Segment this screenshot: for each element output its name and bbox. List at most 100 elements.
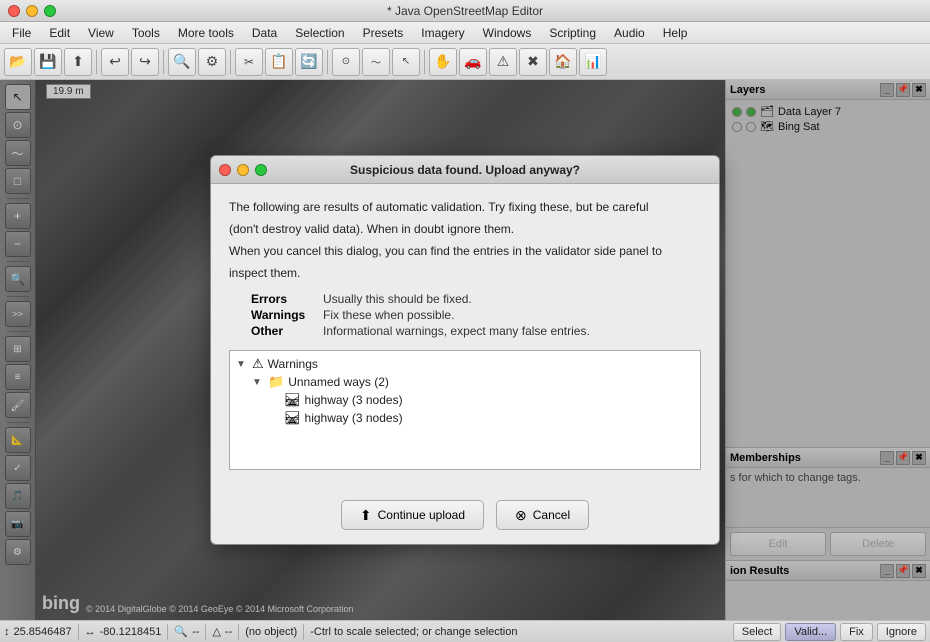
tb-way[interactable]: 〜 [362,48,390,76]
status-sep5 [303,624,304,640]
status-sep1 [78,624,79,640]
tb-car[interactable]: 🚗 [459,48,487,76]
tree-arrow-hw2: ▶ [268,413,280,424]
tree-unnamed-ways[interactable]: ▼ 📁 Unnamed ways (2) [250,373,696,391]
error-types-table: Errors Usually this should be fixed. War… [249,290,592,340]
tb-save[interactable]: 💾 [34,48,62,76]
menu-help[interactable]: Help [655,24,696,42]
maximize-button[interactable] [44,5,56,17]
select-button[interactable]: Select [733,623,782,641]
upload-icon: ⬆ [360,507,372,524]
validation-tree[interactable]: ▼ ⚠ Warnings ▼ 📁 Unnamed ways (2) ▶ [229,350,701,470]
continue-label: Continue upload [378,508,465,522]
tb-select[interactable]: ↖ [392,48,420,76]
tb-chart[interactable]: 📊 [579,48,607,76]
menu-presets[interactable]: Presets [355,24,412,42]
menu-edit[interactable]: Edit [41,24,78,42]
menu-scripting[interactable]: Scripting [541,24,604,42]
dialog-overlay: Suspicious data found. Upload anyway? Th… [0,80,930,620]
tb-sep4 [327,50,328,74]
menu-file[interactable]: File [4,24,39,42]
tb-undo[interactable]: ↩ [101,48,129,76]
dialog-close-btn[interactable] [219,164,231,176]
menu-more-tools[interactable]: More tools [170,24,242,42]
valid-button[interactable]: Valid... [785,623,836,641]
tb-warning[interactable]: ⚠ [489,48,517,76]
cancel-label: Cancel [533,508,570,522]
dialog-intro1: The following are results of automatic v… [229,198,701,216]
dialog-intro2: (don't destroy valid data). When in doub… [229,220,701,238]
tb-refresh[interactable]: 🔄 [295,48,323,76]
cancel-button[interactable]: ⊗ Cancel [496,500,589,530]
tb-node[interactable]: ⊙ [332,48,360,76]
dialog-title-bar: Suspicious data found. Upload anyway? [211,156,719,184]
main-area: ↖ ⊙ 〜 □ + − 🔍 >> ⊞ ≡ 🖌 📐 ✓ 🎵 📷 ⚙ 19.9 m … [0,80,930,620]
tree-hw2-label: highway (3 nodes) [305,411,403,425]
tb-sep1 [96,50,97,74]
tb-zoom[interactable]: 🔍 [168,48,196,76]
ignore-button[interactable]: Ignore [877,623,926,641]
window-title: * Java OpenStreetMap Editor [387,4,543,18]
tb-cut[interactable]: ✂ [235,48,263,76]
menu-data[interactable]: Data [244,24,285,42]
menu-audio[interactable]: Audio [606,24,653,42]
tb-home[interactable]: 🏠 [549,48,577,76]
tb-sep3 [230,50,231,74]
tree-unnamed-ways-label: Unnamed ways (2) [288,375,389,389]
tree-arrow-hw1: ▶ [268,395,280,406]
tree-unnamed-ways-group: ▼ 📁 Unnamed ways (2) ▶ 🛤 highway (3 node… [250,373,696,427]
fix-button[interactable]: Fix [840,623,873,641]
tree-highway-1[interactable]: ▶ 🛤 highway (3 nodes) [266,391,696,409]
other-desc: Informational warnings, expect many fals… [323,324,590,338]
menu-imagery[interactable]: Imagery [413,24,472,42]
title-bar: * Java OpenStreetMap Editor [0,0,930,22]
tree-arrow-unnamed: ▼ [252,377,264,388]
menu-tools[interactable]: Tools [124,24,168,42]
tree-highway-2[interactable]: ▶ 🛤 highway (3 nodes) [266,409,696,427]
status-zoom-icon: 🔍 [174,625,188,638]
dialog-footer: ⬆ Continue upload ⊗ Cancel [211,490,719,544]
close-button[interactable] [8,5,20,17]
other-row: Other Informational warnings, expect man… [251,324,590,338]
status-lon: -80.1218451 [100,626,162,638]
errors-desc: Usually this should be fixed. [323,292,590,306]
status-sep2 [167,624,168,640]
tb-hand[interactable]: ✋ [429,48,457,76]
status-sep3 [205,624,206,640]
menu-view[interactable]: View [80,24,122,42]
tree-folder-icon: 📁 [268,374,284,390]
tree-way-icon-1: 🛤 [284,392,301,408]
dialog-window-controls[interactable] [219,164,267,176]
dialog-intro4: inspect them. [229,264,701,282]
tb-redo[interactable]: ↪ [131,48,159,76]
other-label: Other [251,324,321,338]
dialog-max-btn[interactable] [255,164,267,176]
tree-warnings-label: Warnings [268,357,318,371]
tree-highway-items: ▶ 🛤 highway (3 nodes) ▶ 🛤 highway (3 nod… [266,391,696,427]
continue-upload-button[interactable]: ⬆ Continue upload [341,500,484,530]
tb-upload[interactable]: ⬆ [64,48,92,76]
cancel-icon: ⊗ [515,507,527,524]
status-hint: -Ctrl to scale selected; or change selec… [310,626,729,638]
dialog-title: Suspicious data found. Upload anyway? [350,163,580,177]
tree-hw1-label: highway (3 nodes) [305,393,403,407]
tb-delete[interactable]: ✖ [519,48,547,76]
status-zoom: -- [192,626,199,638]
warnings-label: Warnings [251,308,321,322]
tb-open[interactable]: 📂 [4,48,32,76]
tb-copy[interactable]: 📋 [265,48,293,76]
menu-bar: File Edit View Tools More tools Data Sel… [0,22,930,44]
status-bar: ↕ 25.8546487 ↔ -80.1218451 🔍 -- △ -- (no… [0,620,930,642]
tree-root-warnings[interactable]: ▼ ⚠ Warnings [234,355,696,373]
status-lat-icon: ↕ [4,626,10,638]
tb-settings[interactable]: ⚙ [198,48,226,76]
menu-windows[interactable]: Windows [475,24,540,42]
window-controls[interactable] [8,5,56,17]
errors-label: Errors [251,292,321,306]
tree-arrow-root: ▼ [236,359,248,370]
tb-sep5 [424,50,425,74]
dialog-min-btn[interactable] [237,164,249,176]
tb-sep2 [163,50,164,74]
minimize-button[interactable] [26,5,38,17]
menu-selection[interactable]: Selection [287,24,352,42]
